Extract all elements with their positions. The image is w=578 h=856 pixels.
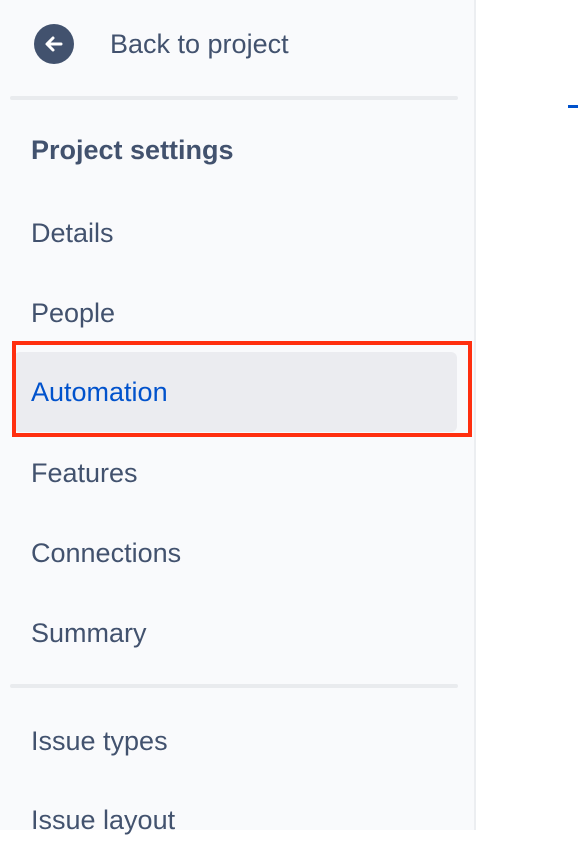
sidebar-item-details[interactable]: Details — [14, 197, 457, 269]
sidebar-item-features[interactable]: Features — [14, 437, 457, 509]
main-content — [478, 0, 578, 830]
back-to-project-label: Back to project — [110, 28, 289, 59]
arrow-left-icon — [34, 24, 74, 64]
project-settings-sidebar: Back to project Project settings Details… — [0, 0, 476, 835]
sidebar-item-issue-layout[interactable]: Issue layout — [14, 784, 457, 856]
sidebar-divider — [10, 684, 458, 688]
content-accent-mark — [568, 105, 578, 108]
sidebar-item-connections[interactable]: Connections — [14, 517, 457, 589]
sidebar-item-summary[interactable]: Summary — [14, 597, 457, 669]
sidebar-item-automation[interactable]: Automation — [14, 352, 457, 432]
sidebar-item-issue-types[interactable]: Issue types — [14, 705, 457, 777]
section-title: Project settings — [31, 135, 234, 165]
sidebar-divider — [10, 96, 458, 100]
back-to-project-link[interactable]: Back to project — [34, 24, 289, 64]
sidebar-item-people[interactable]: People — [14, 277, 457, 349]
